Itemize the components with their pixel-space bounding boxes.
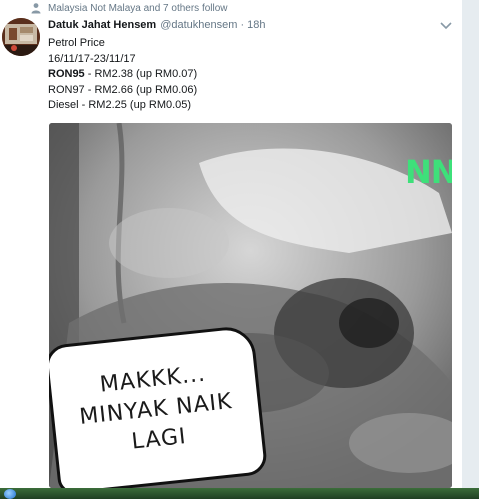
person-icon xyxy=(31,3,41,14)
page-gutter xyxy=(462,0,479,488)
chevron-down-icon[interactable] xyxy=(439,20,453,32)
bubble-line: LAGI xyxy=(130,424,188,455)
avatar-image xyxy=(2,18,40,56)
tweet-header: Datuk Jahat Hensem @datukhensem · 18h xyxy=(48,19,265,33)
media-gif[interactable]: NNN MAKKK... MINYAK NAIK LAGI xyxy=(49,123,452,488)
tweet-line-ron97: RON97 - RM2.66 (up RM0.06) xyxy=(48,83,198,96)
social-context-text: Malaysia Not Malaya and 7 others follow xyxy=(48,2,228,14)
tweet-line-diesel: Diesel - RM2.25 (up RM0.05) xyxy=(48,99,192,111)
watermark-logo: NNN xyxy=(405,153,452,191)
tweet-text: Petrol Price 16/11/17-23/11/17 RON95 - R… xyxy=(48,36,448,114)
separator-dot: · xyxy=(240,19,245,31)
tweet-line-ron95: RON95 - RM2.38 (up RM0.07) xyxy=(48,67,448,83)
tweet-line-title: Petrol Price xyxy=(48,37,105,49)
tweet-line-dates: 16/11/17-23/11/17 xyxy=(48,52,136,65)
tweet-card[interactable]: Malaysia Not Malaya and 7 others follow … xyxy=(0,0,462,488)
avatar[interactable] xyxy=(2,18,40,56)
display-name[interactable]: Datuk Jahat Hensem xyxy=(48,19,156,31)
taskbar xyxy=(0,488,479,499)
speech-bubble: MAKKK... MINYAK NAIK LAGI xyxy=(49,324,269,488)
ron95-label: RON95 xyxy=(48,68,85,80)
start-button-icon[interactable] xyxy=(4,489,16,499)
social-context[interactable]: Malaysia Not Malaya and 7 others follow xyxy=(30,1,228,15)
ron95-value: - RM2.38 (up RM0.07) xyxy=(84,68,198,80)
timestamp[interactable]: 18h xyxy=(247,19,265,31)
user-handle[interactable]: @datukhensem xyxy=(160,19,237,31)
